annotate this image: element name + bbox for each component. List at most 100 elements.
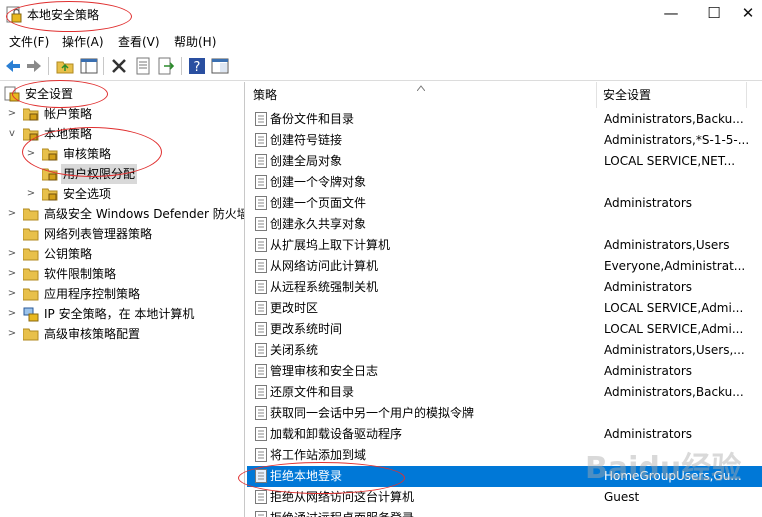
maximize-button[interactable]: ☐ bbox=[691, 0, 737, 28]
watermark: Baidu经验 bbox=[585, 451, 742, 486]
policy-name: 创建一个令牌对象 bbox=[270, 175, 367, 189]
column-header-setting[interactable]: 安全设置 bbox=[597, 82, 747, 108]
delete-icon[interactable] bbox=[110, 57, 128, 75]
menu-view[interactable]: 查看(V) bbox=[118, 33, 160, 50]
policy-name: 拒绝本地登录 bbox=[270, 469, 343, 483]
tree-item-public-key-policies[interactable]: > 公钥策略 bbox=[0, 244, 244, 264]
menu-help[interactable]: 帮助(H) bbox=[174, 33, 216, 50]
tree-item-advanced-audit-config[interactable]: > 高级审核策略配置 bbox=[0, 324, 244, 344]
policy-row[interactable]: 关闭系统 Administrators,Users,... bbox=[247, 340, 762, 361]
console-icon[interactable] bbox=[211, 57, 229, 75]
tree-item-windows-defender-firewall[interactable]: > 高级安全 Windows Defender 防火墙 bbox=[0, 204, 244, 224]
policy-name: 从扩展坞上取下计算机 bbox=[270, 238, 391, 252]
column-header-label: 安全设置 bbox=[603, 88, 652, 102]
tree-item-security-settings[interactable]: 安全设置 bbox=[0, 84, 244, 104]
folder-icon bbox=[23, 208, 39, 221]
policy-row[interactable]: 创建符号链接 Administrators,*S-1-5-... bbox=[247, 130, 762, 151]
policy-row[interactable]: 拒绝从网络访问这台计算机 Guest bbox=[247, 487, 762, 508]
policy-setting-icon bbox=[255, 322, 267, 336]
expand-chevron-icon[interactable]: > bbox=[6, 284, 18, 304]
policy-setting-value: LOCAL SERVICE,Admi... bbox=[604, 322, 744, 336]
policy-row[interactable]: 加载和卸载设备驱动程序 Administrators bbox=[247, 424, 762, 445]
close-button[interactable]: ✕ bbox=[733, 0, 762, 28]
policy-setting-value: Everyone,Administrat... bbox=[604, 259, 746, 273]
tree-item-user-rights-assignment[interactable]: 用户权限分配 bbox=[0, 164, 244, 184]
policy-name: 创建一个页面文件 bbox=[270, 196, 367, 210]
policy-setting-value: LOCAL SERVICE,Admi... bbox=[604, 301, 744, 315]
policy-setting-icon bbox=[255, 427, 267, 441]
collapse-chevron-icon[interactable]: v bbox=[6, 124, 18, 144]
security-settings-icon bbox=[4, 86, 20, 102]
tree-label: IP 安全策略，在 本地计算机 bbox=[44, 307, 195, 321]
policy-setting-value: Administrators bbox=[604, 196, 693, 210]
policy-row[interactable]: 创建永久共享对象 bbox=[247, 214, 762, 235]
expand-chevron-icon[interactable]: > bbox=[25, 144, 37, 164]
tree-label: 高级审核策略配置 bbox=[44, 327, 141, 341]
minimize-button[interactable]: — bbox=[648, 0, 694, 28]
policy-setting-icon bbox=[255, 343, 267, 357]
console-tree: 安全设置 > 帐户策略 v 本地策略 > 审核策略 用户权限分配 > 安全选项 … bbox=[0, 82, 245, 517]
up-folder-icon[interactable] bbox=[56, 57, 74, 75]
tree-item-local-policies[interactable]: v 本地策略 bbox=[0, 124, 244, 144]
export-icon[interactable] bbox=[157, 57, 175, 75]
expand-chevron-icon[interactable]: > bbox=[6, 244, 18, 264]
menu-file[interactable]: 文件(F) bbox=[9, 33, 49, 50]
expand-chevron-icon[interactable]: > bbox=[6, 104, 18, 124]
policy-row[interactable]: 创建一个页面文件 Administrators bbox=[247, 193, 762, 214]
policy-name: 拒绝从网络访问这台计算机 bbox=[270, 490, 415, 504]
expand-chevron-icon[interactable]: > bbox=[6, 204, 18, 224]
expand-chevron-icon[interactable]: > bbox=[25, 184, 37, 204]
policy-row[interactable]: 从远程系统强制关机 Administrators bbox=[247, 277, 762, 298]
tree-item-security-options[interactable]: > 安全选项 bbox=[0, 184, 244, 204]
tree-item-application-control[interactable]: > 应用程序控制策略 bbox=[0, 284, 244, 304]
back-arrow-icon[interactable] bbox=[4, 57, 22, 75]
policy-row[interactable]: 创建全局对象 LOCAL SERVICE,NET... bbox=[247, 151, 762, 172]
toolbar-separator bbox=[48, 57, 49, 75]
policy-row[interactable]: 从网络访问此计算机 Everyone,Administrat... bbox=[247, 256, 762, 277]
tree-label: 安全设置 bbox=[25, 87, 74, 101]
folder-icon bbox=[23, 288, 39, 301]
policy-row[interactable]: 获取同一会话中另一个用户的模拟令牌 bbox=[247, 403, 762, 424]
forward-arrow-icon[interactable] bbox=[25, 57, 43, 75]
policy-name: 关闭系统 bbox=[270, 343, 319, 357]
policy-setting-icon bbox=[255, 112, 267, 126]
tree-item-audit-policy[interactable]: > 审核策略 bbox=[0, 144, 244, 164]
properties-icon[interactable] bbox=[134, 57, 152, 75]
folder-lock-icon bbox=[23, 128, 39, 141]
column-header-policy[interactable]: 策略 bbox=[247, 82, 597, 108]
tree-item-account-policies[interactable]: > 帐户策略 bbox=[0, 104, 244, 124]
toolbar-separator bbox=[103, 57, 104, 75]
policy-name: 更改系统时间 bbox=[270, 322, 343, 336]
policy-row[interactable]: 从扩展坞上取下计算机 Administrators,Users bbox=[247, 235, 762, 256]
policy-row[interactable]: 创建一个令牌对象 bbox=[247, 172, 762, 193]
folder-icon bbox=[23, 228, 39, 241]
policy-row[interactable]: 备份文件和目录 Administrators,Backu... bbox=[247, 109, 762, 130]
tree-item-ip-security[interactable]: > IP 安全策略，在 本地计算机 bbox=[0, 304, 244, 324]
help-icon[interactable]: ? bbox=[188, 57, 206, 75]
policy-row[interactable]: 更改系统时间 LOCAL SERVICE,Admi... bbox=[247, 319, 762, 340]
policy-row[interactable]: 更改时区 LOCAL SERVICE,Admi... bbox=[247, 298, 762, 319]
policy-row[interactable]: 还原文件和目录 Administrators,Backu... bbox=[247, 382, 762, 403]
window-title: 本地安全策略 bbox=[27, 8, 100, 22]
folder-icon bbox=[23, 268, 39, 281]
menu-action[interactable]: 操作(A) bbox=[62, 33, 104, 50]
show-tree-icon[interactable] bbox=[80, 57, 98, 75]
policy-name: 创建符号链接 bbox=[270, 133, 343, 147]
policy-setting-value: Administrators,Backu... bbox=[604, 112, 744, 126]
column-header-label: 策略 bbox=[253, 88, 278, 102]
expand-chevron-icon[interactable]: > bbox=[6, 324, 18, 344]
expand-chevron-icon[interactable]: > bbox=[6, 264, 18, 284]
expand-chevron-icon[interactable]: > bbox=[6, 304, 18, 324]
tree-item-software-restriction[interactable]: > 软件限制策略 bbox=[0, 264, 244, 284]
policy-row[interactable]: 拒绝通过远程桌面服务登录 bbox=[247, 508, 762, 517]
tree-label: 公钥策略 bbox=[44, 247, 93, 261]
policy-row[interactable]: 管理审核和安全日志 Administrators bbox=[247, 361, 762, 382]
policy-name: 备份文件和目录 bbox=[270, 112, 355, 126]
policy-name: 从远程系统强制关机 bbox=[270, 280, 379, 294]
folder-lock-icon bbox=[42, 148, 58, 161]
policy-setting-icon bbox=[255, 490, 267, 504]
tree-item-network-list-manager[interactable]: 网络列表管理器策略 bbox=[0, 224, 244, 244]
folder-lock-icon bbox=[42, 168, 58, 181]
policy-setting-value: Administrators bbox=[604, 427, 693, 441]
tree-label: 帐户策略 bbox=[44, 107, 93, 121]
